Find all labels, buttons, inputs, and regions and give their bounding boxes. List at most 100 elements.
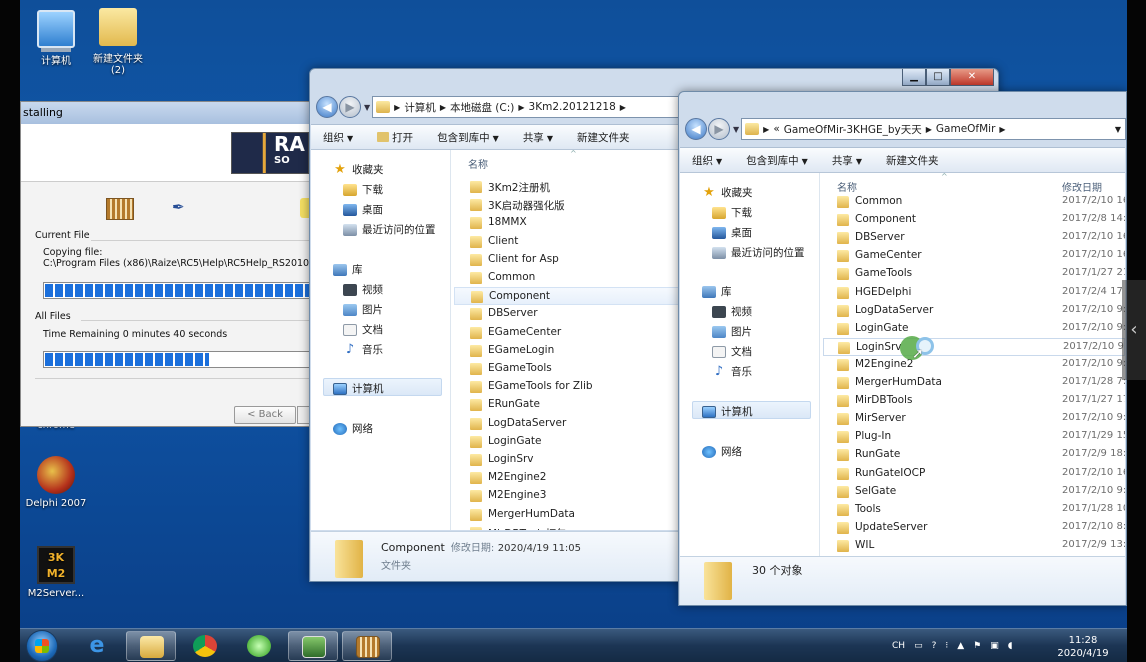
column-date-modified[interactable]: 修改日期 [1062,179,1102,194]
folder-icon [470,435,482,448]
start-button[interactable] [26,630,58,662]
column-name[interactable]: 名称 [468,156,488,171]
nav-videos[interactable]: 视频 [343,282,383,297]
file-row[interactable]: Plug-In 2017/1/29 15 [823,428,1125,446]
organize-button[interactable]: 组织 ▼ [692,153,722,168]
nav-recent[interactable]: 最近访问的位置 [343,222,436,237]
nav-documents[interactable]: 文档 [712,344,752,359]
nav-music[interactable]: ♪ 音乐 [712,364,752,379]
nav-downloads[interactable]: 下载 [712,205,752,220]
new-folder-button[interactable]: 新建文件夹 [577,130,630,145]
desktop-icon-delphi[interactable]: Delphi 2007 [20,456,92,509]
nav-desktop[interactable]: 桌面 [712,225,752,240]
forward-arrow-icon[interactable]: ▶ [339,96,361,118]
folder-large-icon [335,540,363,578]
open-button[interactable]: 打开 [377,130,413,145]
nav-documents[interactable]: 文档 [343,322,383,337]
nav-pictures[interactable]: 图片 [343,302,383,317]
network-tray-icon[interactable]: ▣ [990,641,999,651]
item-count: 30 个对象 [752,564,803,577]
flag-icon[interactable]: ⚑ [973,641,981,651]
breadcrumb-item[interactable]: 3Km2.20121218 [529,101,616,113]
keyboard-icon[interactable]: ▭ [914,641,923,651]
nav-computer[interactable]: 计算机 [702,404,753,419]
nav-library[interactable]: 库 [702,284,732,299]
file-row[interactable]: UpdateServer 2017/2/10 8: [823,519,1125,537]
include-library-button[interactable]: 包含到库中 ▼ [437,130,499,145]
share-button[interactable]: 共享 ▼ [832,153,862,168]
file-row[interactable]: MergerHumData 2017/1/28 7: [823,374,1125,392]
address-dropdown-icon[interactable]: ▼ [1111,125,1125,134]
taskbar-app-window[interactable] [288,631,338,661]
file-row[interactable]: MirServer 2017/2/10 9: [823,410,1125,428]
nav-videos[interactable]: 视频 [712,304,752,319]
details-type: 文件夹 [381,561,411,572]
nav-downloads[interactable]: 下载 [343,182,383,197]
address-bar[interactable]: ▶ « GameOfMir-3KHGE_by天天 ▶ GameOfMir ▶ ▼ [741,118,1126,140]
nav-pictures[interactable]: 图片 [712,324,752,339]
file-row[interactable]: WIL 2017/2/9 13: [823,537,1125,555]
file-name: LoginGate [855,321,909,334]
column-name[interactable]: 名称 [837,179,857,194]
taskbar-green-app[interactable] [234,631,284,661]
nav-computer[interactable]: 计算机 [333,381,384,396]
taskbar-explorer[interactable] [126,631,176,661]
file-row[interactable]: MirDBTools 2017/1/27 17 [823,392,1125,410]
file-row[interactable]: GameCenter 2017/2/10 16 [823,247,1125,265]
nav-music[interactable]: ♪ 音乐 [343,342,383,357]
file-row[interactable]: HGEDelphi 2017/2/4 17 [823,284,1125,302]
include-library-button[interactable]: 包含到库中 ▼ [746,153,808,168]
nav-library[interactable]: 库 [333,262,363,277]
forward-arrow-icon[interactable]: ▶ [708,118,730,140]
breadcrumb-item[interactable]: GameOfMir [936,123,996,135]
back-arrow-icon[interactable]: ◀ [316,96,338,118]
taskbar-ie[interactable]: e [72,631,122,661]
explorer-body: ★ 收藏夹 下载 桌面 最近访问的位置 库 视频 图片 文档 ♪ 音乐 计算机 网络… [680,173,1125,556]
nav-favorites[interactable]: ★ 收藏夹 [333,162,383,177]
clock[interactable]: 11:28 2020/4/19 [1050,634,1116,660]
input-language[interactable]: CH [892,641,905,651]
side-panel-toggle[interactable]: ‹ [1122,280,1146,380]
nav-recent[interactable]: 最近访问的位置 [712,245,805,260]
breadcrumb-item[interactable]: 计算机 [404,100,436,115]
file-row[interactable]: RunGate 2017/2/9 18: [823,446,1125,464]
history-dropdown-icon[interactable]: ▼ [733,125,739,134]
file-row[interactable]: LoginSrv 2017/2/10 9: [823,337,1125,356]
help-icon[interactable]: ? [932,641,937,651]
taskbar-installer[interactable] [342,631,392,661]
installer-title: stalling [21,102,309,124]
file-row[interactable]: Common 2017/2/10 16 [823,193,1125,211]
file-row[interactable]: SelGate 2017/2/10 9: [823,483,1125,501]
organize-button[interactable]: 组织 ▼ [323,130,353,145]
volume-icon[interactable]: ◖ [1008,641,1013,651]
back-button[interactable]: < Back [234,406,296,424]
taskbar-chrome[interactable] [180,631,230,661]
nav-favorites[interactable]: ★ 收藏夹 [702,185,752,200]
file-row[interactable]: LogDataServer 2017/2/10 9: [823,302,1125,320]
desktop-icon-folder[interactable]: 新建文件夹 (2) [82,8,154,76]
settings-icon[interactable]: ⁝ [945,641,948,651]
new-folder-button[interactable]: 新建文件夹 [886,153,939,168]
file-row[interactable]: LoginGate 2017/2/10 9: [823,320,1125,338]
file-row[interactable]: RunGateIOCP 2017/2/10 16 [823,465,1125,483]
file-row[interactable]: Component 2017/2/8 14: [823,211,1125,229]
close-button[interactable]: ✕ [950,69,994,86]
time-remaining: Time Remaining 0 minutes 40 seconds [43,329,228,340]
nav-network[interactable]: 网络 [702,444,742,459]
file-row[interactable]: M2Engine2 2017/2/10 9: [823,356,1125,374]
share-button[interactable]: 共享 ▼ [523,130,553,145]
breadcrumb-item[interactable]: GameOfMir-3KHGE_by天天 [784,122,922,137]
breadcrumb-item[interactable]: 本地磁盘 (C:) [450,100,514,115]
minimize-button[interactable]: ▁ [902,69,926,86]
file-row[interactable]: DBServer 2017/2/10 16 [823,229,1125,247]
nav-desktop[interactable]: 桌面 [343,202,383,217]
nav-network[interactable]: 网络 [333,421,373,436]
breadcrumb-overflow[interactable]: « [773,123,779,135]
file-row[interactable]: Tools 2017/1/28 10 [823,501,1125,519]
show-hidden-icons[interactable]: ▲ [957,641,964,651]
maximize-button[interactable]: □ [926,69,950,86]
back-arrow-icon[interactable]: ◀ [685,118,707,140]
file-row[interactable]: GameTools 2017/1/27 21 [823,265,1125,283]
desktop-icon-m2server[interactable]: 3K M2 M2Server... [20,546,92,599]
history-dropdown-icon[interactable]: ▼ [364,103,370,112]
